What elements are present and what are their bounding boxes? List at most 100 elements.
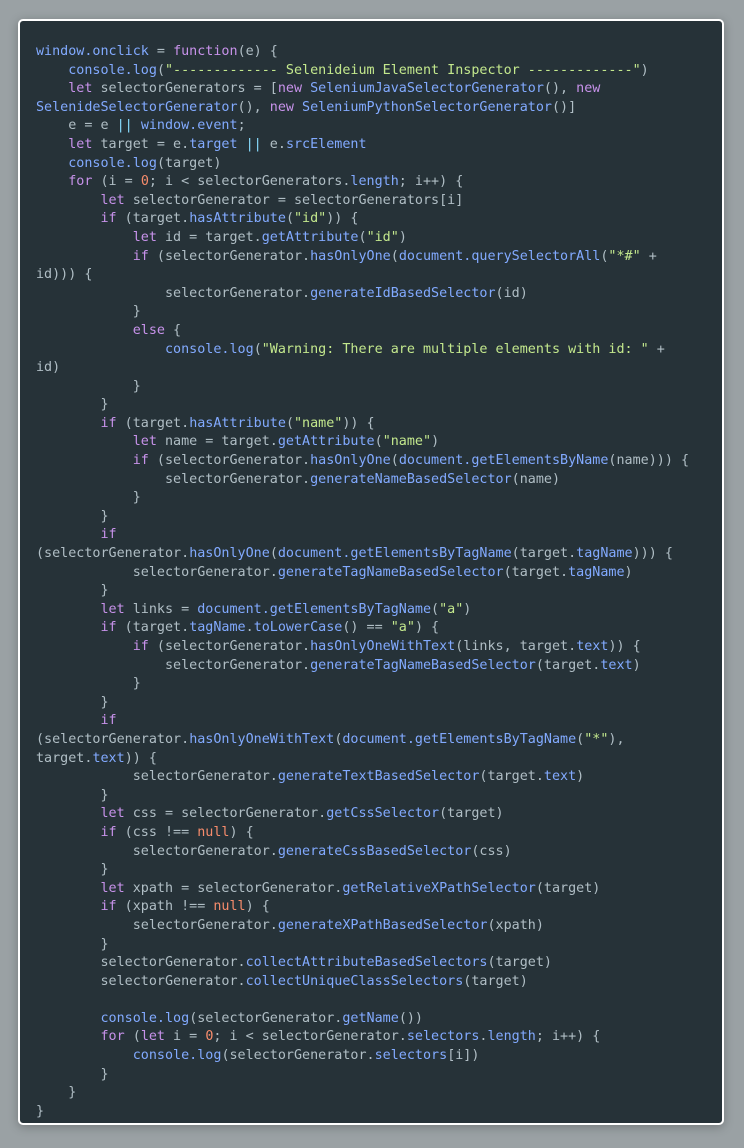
code-token: }: [36, 1103, 45, 1119]
code-token: document.getElementsByTagName: [342, 731, 577, 747]
code-token: let: [68, 136, 93, 152]
code-token: (target.: [116, 415, 190, 431]
code-token: [i]): [447, 1048, 480, 1064]
code-token: getAttribute: [277, 434, 375, 450]
code-token: selectorGenerator.: [36, 285, 311, 301]
code-token: generateIdBasedSelector: [310, 285, 496, 301]
code-token: =: [148, 44, 174, 59]
code-line: }: [36, 378, 710, 397]
code-token: (css): [471, 843, 512, 859]
code-line: }: [36, 508, 710, 527]
code-token: selectorGenerator.: [36, 564, 278, 580]
code-token: console.log: [68, 155, 157, 171]
code-line: if (css !== null) {: [36, 824, 710, 843]
code-token: }: [36, 936, 109, 952]
code-token: generateTagNameBasedSelector: [310, 657, 536, 673]
code-token: e = e: [36, 118, 117, 134]
code-line: selectorGenerator.generateCssBasedSelect…: [36, 843, 710, 862]
code-token: )) {: [342, 415, 375, 431]
code-line: selectorGenerator.collectAttributeBasedS…: [36, 954, 710, 973]
code-token: collectUniqueClassSelectors: [245, 973, 464, 989]
code-line: }: [36, 861, 710, 880]
code-token: }: [36, 862, 109, 878]
code-token: (selectorGenerator.: [189, 1010, 343, 1026]
code-token: if: [100, 713, 117, 729]
code-line: (selectorGenerator.hasOnlyOne(document.g…: [36, 545, 710, 564]
code-token: e.: [261, 136, 286, 152]
code-token: ): [632, 657, 641, 673]
code-token: id): [36, 360, 61, 376]
code-line: id))) {: [36, 266, 710, 285]
code-token: (target.: [503, 564, 569, 580]
code-line: if: [36, 526, 710, 545]
code-token: ): [398, 229, 407, 245]
code-token: else: [132, 322, 165, 338]
code-token: (),: [543, 81, 577, 97]
code-token: ))) {: [632, 546, 673, 562]
code-token: selectorGenerator.: [36, 955, 246, 971]
code-token: ||: [116, 118, 133, 134]
code-token: }: [36, 508, 109, 524]
code-token: ): [576, 769, 585, 785]
code-token: for: [68, 174, 93, 190]
code-token: ; i++) {: [398, 174, 464, 190]
code-line: for (let i = 0; i < selectorGenerator.se…: [36, 1028, 710, 1047]
code-line: selectorGenerator.collectUniqueClassSele…: [36, 973, 710, 992]
code-token: document.querySelectorAll: [398, 248, 601, 264]
code-token: target = e.: [92, 136, 190, 152]
code-token: ||: [245, 136, 262, 152]
code-line: e = e || window.event;: [36, 117, 710, 136]
code-token: collectAttributeBasedSelectors: [245, 955, 488, 971]
code-line: console.log("Warning: There are multiple…: [36, 341, 710, 360]
code-token: console.log: [165, 341, 254, 357]
code-token: selectors: [374, 1048, 448, 1064]
code-token: hasOnlyOneWithText: [189, 731, 335, 747]
code-token: "name": [382, 434, 432, 450]
code-token: (),: [237, 99, 270, 115]
code-token: selectorGenerator.: [36, 917, 278, 933]
code-token: id = target.: [156, 229, 262, 245]
code-line: SelenideSelectorGenerator(), new Seleniu…: [36, 99, 710, 118]
code-line: window.onclick = function(e) {: [36, 43, 710, 62]
code-token: (: [285, 211, 294, 227]
code-line: (selectorGenerator.hasOnlyOneWithText(do…: [36, 731, 710, 750]
code-token: tagName: [189, 620, 246, 636]
code-line: }: [36, 1103, 710, 1122]
code-line: }: [36, 582, 710, 601]
code-token: hasOnlyOneWithText: [310, 639, 456, 654]
code-line: id): [36, 359, 710, 378]
code-token: selectorGenerator.: [36, 973, 246, 989]
code-line: let css = selectorGenerator.getCssSelect…: [36, 805, 710, 824]
code-token: "a": [439, 601, 464, 617]
code-token: srcElement: [285, 136, 367, 152]
code-line: let selectorGenerator = selectorGenerato…: [36, 192, 710, 211]
code-line: }: [36, 936, 710, 955]
code-token: 0: [140, 174, 149, 190]
code-token: (target.: [479, 769, 544, 785]
code-token: xpath = selectorGenerator.: [124, 880, 343, 896]
code-token: ; i < selectorGenerators.: [148, 174, 351, 190]
code-line: }: [36, 489, 710, 508]
code-token: selectorGenerator.: [36, 769, 278, 785]
code-token: generateNameBasedSelector: [310, 471, 512, 487]
code-line: }: [36, 1084, 710, 1103]
code-token: "*": [584, 731, 609, 747]
code-token: "------------- Selenideium Element Inspe…: [165, 62, 641, 78]
code-token: +: [648, 341, 665, 357]
code-token: +: [640, 248, 657, 264]
code-token: (i =: [92, 174, 141, 190]
code-token: ): [624, 564, 633, 580]
code-token: getCssSelector: [326, 806, 440, 822]
code-line: selectorGenerator.generateTextBasedSelec…: [36, 768, 710, 787]
code-token: selectorGenerator.: [36, 657, 311, 673]
code-token: }: [36, 787, 109, 803]
code-token: new: [277, 81, 303, 97]
